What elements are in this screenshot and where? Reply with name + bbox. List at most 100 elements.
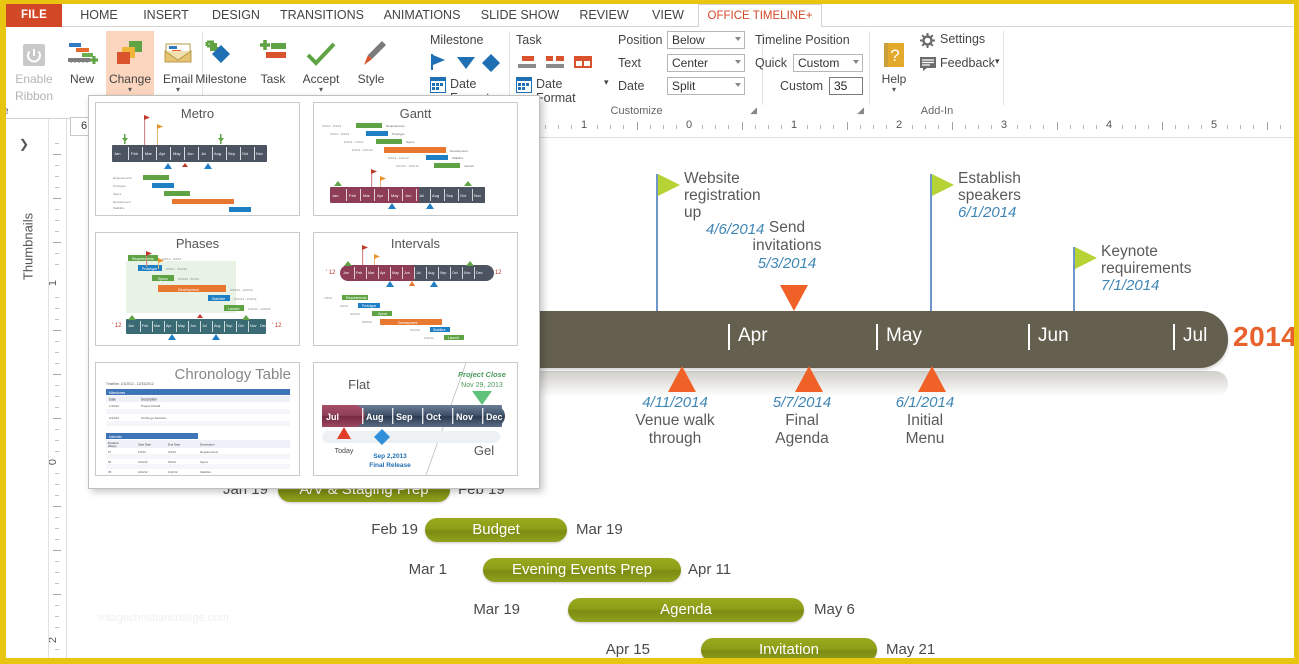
svg-text:Development: Development: [113, 200, 131, 204]
milestone-shape-diamond-icon[interactable]: [482, 54, 500, 77]
task-bar-agenda[interactable]: Agenda: [568, 598, 804, 622]
milestone-button[interactable]: Milestone: [192, 31, 250, 86]
feedback-caret-icon[interactable]: ▾: [995, 56, 1000, 67]
quick-select[interactable]: Custom: [793, 54, 863, 72]
ruler-tick: [1148, 125, 1150, 129]
ruler-tick: [1122, 125, 1124, 129]
chevron-down-icon[interactable]: [735, 83, 741, 87]
milestone-shape-triangle-down-icon[interactable]: [456, 55, 476, 76]
timeline-bar[interactable]: Apr May Jun Jul: [528, 311, 1228, 368]
feedback-label[interactable]: Feedback: [940, 56, 995, 70]
tab-slide-show[interactable]: SLIDE SHOW: [472, 4, 568, 27]
ruler-tick: [55, 528, 59, 529]
tab-file[interactable]: FILE: [6, 4, 62, 27]
svg-text:Development: Development: [450, 149, 468, 153]
gallery-card-intervals[interactable]: Intervals Jan Feb Mar Apr May Jun Jul Aug Sep Oct…: [313, 232, 518, 346]
ruler-tick: [1082, 125, 1084, 129]
comment-icon[interactable]: [920, 57, 936, 76]
help-button[interactable]: ? Help ▾: [874, 31, 914, 94]
date-select[interactable]: Split: [667, 77, 745, 95]
settings-label[interactable]: Settings: [940, 32, 985, 46]
svg-text:Development: Development: [398, 321, 418, 325]
horizontal-ruler[interactable]: 1 0 1 2 3 4 5: [530, 116, 1294, 138]
month-label-jul: Jul: [1183, 325, 1208, 346]
gallery-card-chronology-table[interactable]: Chronology Table Timeline: 1/1/2012 - 12…: [95, 362, 300, 476]
svg-text:Oct: Oct: [426, 412, 441, 422]
svg-text:Apr: Apr: [380, 271, 386, 275]
task-button[interactable]: Task: [250, 31, 296, 86]
dialog-launcher-icon[interactable]: ◢: [857, 105, 864, 116]
tab-home[interactable]: HOME: [66, 4, 132, 27]
ruler-tick: [55, 220, 59, 221]
accept-button[interactable]: Accept ▾: [296, 31, 346, 94]
tab-animations[interactable]: ANIMATIONS: [372, 4, 472, 27]
chevron-down-icon[interactable]: [735, 37, 741, 41]
ruler-tick: [1135, 125, 1137, 129]
quick-value: Custom: [798, 56, 840, 70]
position-select[interactable]: Below: [667, 31, 745, 49]
tab-transitions[interactable]: TRANSITIONS: [272, 4, 372, 27]
ruler-tick: [55, 605, 59, 606]
change-caret-icon[interactable]: ▾: [106, 86, 154, 94]
svg-text:Feb: Feb: [349, 193, 357, 198]
milestone-shape-flag-icon[interactable]: [430, 53, 450, 76]
ruler-tick: [55, 363, 59, 364]
ruler-label: 3: [1000, 119, 1008, 131]
gallery-card-metro[interactable]: Metro Jan Feb Mar Apr May Jun Jul Aug Sep Oct Nov …: [95, 102, 300, 216]
gear-icon[interactable]: [920, 33, 935, 53]
svg-text:' 12: ' 12: [492, 270, 502, 276]
task-bar-invitation[interactable]: Invitation: [701, 638, 877, 658]
gallery-card-gantt[interactable]: Gantt 3/1/12 - 5/1/12 4/1/12 - 6/1/12 5/1/…: [313, 102, 518, 216]
svg-text:Dec: Dec: [476, 271, 483, 275]
svg-text:Specs: Specs: [406, 140, 415, 144]
ruler-tick: [1200, 125, 1202, 129]
tab-design[interactable]: DESIGN: [200, 4, 272, 27]
ruler-tick: [1279, 125, 1281, 129]
tab-review[interactable]: REVIEW: [568, 4, 640, 27]
ruler-tick: [1030, 125, 1032, 129]
tab-view[interactable]: VIEW: [640, 4, 696, 27]
custom-label: Custom: [780, 79, 824, 93]
chevron-down-icon[interactable]: [853, 60, 859, 64]
ruler-tick: [55, 572, 59, 573]
text-select[interactable]: Center: [667, 54, 745, 72]
style-gallery-dropdown[interactable]: Metro Jan Feb Mar Apr May Jun Jul Aug Sep Oct Nov …: [88, 95, 540, 489]
svg-text:Jan: Jan: [332, 193, 338, 198]
chevron-down-icon[interactable]: [735, 60, 741, 64]
date-label: Date: [618, 79, 645, 93]
chevron-right-icon[interactable]: ❯: [19, 137, 29, 151]
gallery-card-flat-gel[interactable]: Flat Gel Jul Aug Sep Oct Nov Dec Today S…: [313, 362, 518, 476]
thumbnails-pane[interactable]: ❯ Thumbnails: [6, 119, 49, 660]
ruler-tick: [53, 594, 61, 595]
text-value: Center: [672, 56, 709, 70]
milestone-label: 6/1/2014 Initial Menu: [868, 394, 982, 448]
task-bar-evening-events-prep[interactable]: Evening Events Prep: [483, 558, 681, 582]
ruler-tick: [55, 517, 59, 518]
gallery-card-phases[interactable]: Phases Requirements 1/5/12 - 3/2/12 Prot…: [95, 232, 300, 346]
ruler-tick: [55, 396, 59, 397]
tab-insert[interactable]: INSERT: [132, 4, 200, 27]
help-caret-icon[interactable]: ▾: [874, 86, 914, 94]
new-button[interactable]: New: [58, 31, 106, 86]
accept-caret-icon[interactable]: ▾: [296, 86, 346, 94]
ruler-tick: [53, 418, 61, 419]
vertical-ruler[interactable]: 2102: [48, 140, 66, 660]
ruler-tick: [55, 539, 59, 540]
email-caret-icon[interactable]: ▾: [154, 86, 202, 94]
milestone-label: Establish speakers 6/1/2014: [958, 170, 1021, 221]
svg-text:Requirements: Requirements: [132, 257, 154, 261]
style-button[interactable]: Style: [348, 31, 394, 86]
help-label: Help: [881, 72, 907, 86]
custom-value-input[interactable]: 35: [829, 77, 863, 95]
flag-icon: [932, 174, 954, 196]
enable-ribbon-button[interactable]: Enable Ribbon: [10, 31, 58, 103]
gallery-card-preview: Flat Gel Jul Aug Sep Oct Nov Dec Today S…: [314, 363, 517, 475]
ribbon-tab-strip: FILE HOME INSERT DESIGN TRANSITIONS ANIM…: [6, 4, 1294, 29]
tab-office-timeline-plus[interactable]: OFFICE TIMELINE+: [698, 4, 822, 29]
svg-text:Aug: Aug: [432, 193, 439, 198]
task-bar-budget[interactable]: Budget: [425, 518, 567, 542]
svg-text:Oct: Oct: [242, 151, 249, 156]
svg-text:5/25/12 - 10/2/12: 5/25/12 - 10/2/12: [230, 288, 253, 292]
svg-text:1/10/12: 1/10/12: [109, 404, 119, 408]
svg-text:Nov: Nov: [474, 193, 481, 198]
